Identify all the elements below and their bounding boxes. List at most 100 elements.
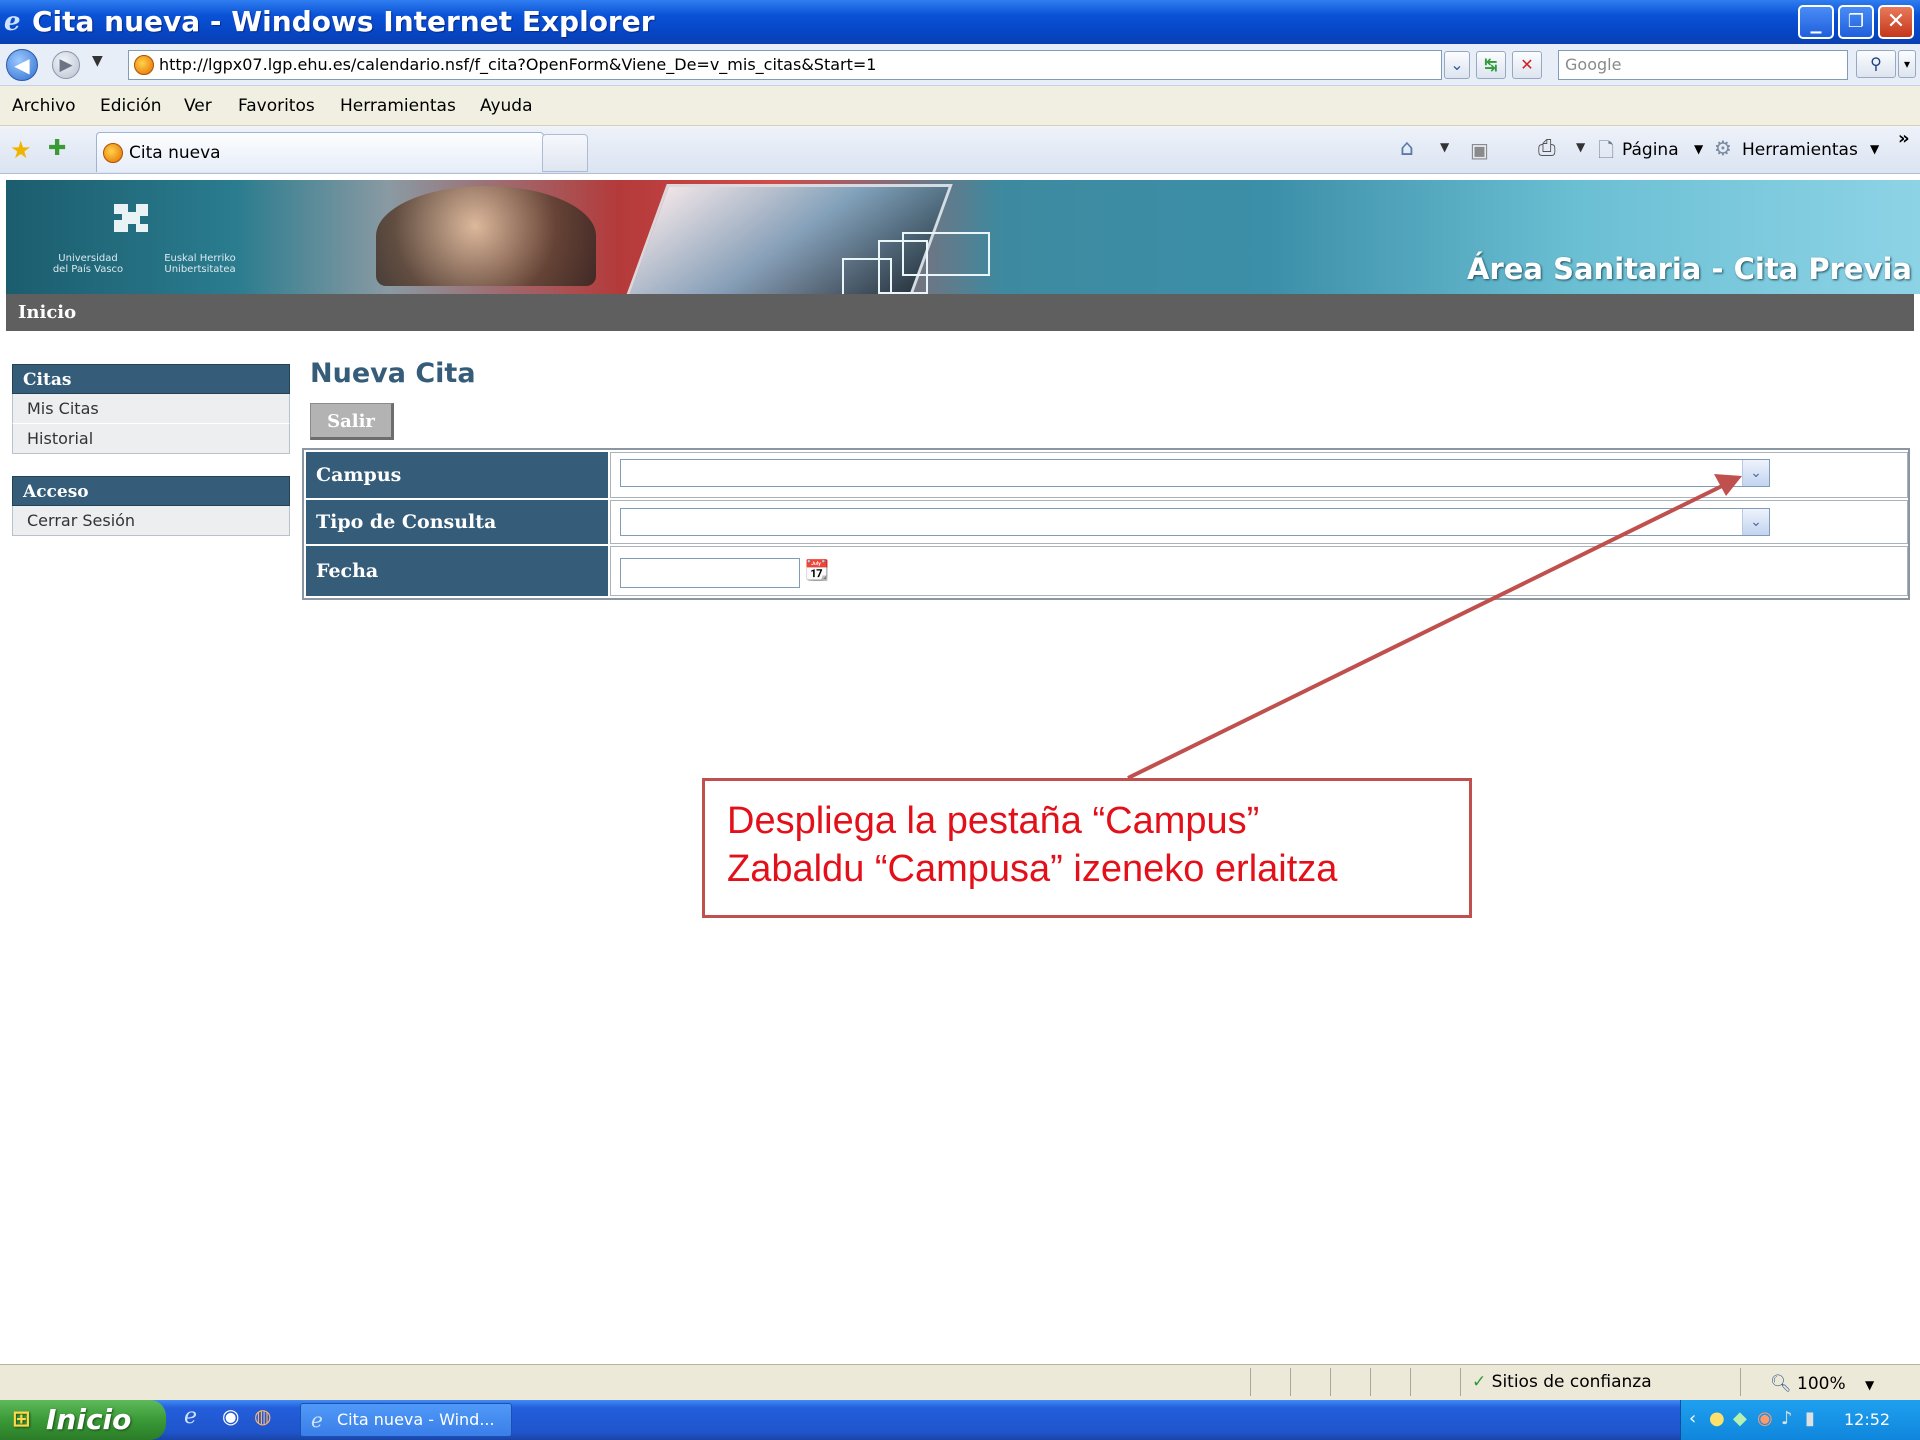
refresh-icon: ↹ bbox=[1484, 55, 1498, 74]
address-input[interactable]: http://lgpx07.lgp.ehu.es/calendario.nsf/… bbox=[128, 50, 1442, 80]
tipo-consulta-dropdown-button[interactable]: ⌄ bbox=[1742, 509, 1769, 535]
banner-square bbox=[842, 258, 892, 296]
feeds-icon[interactable]: ▣ bbox=[1470, 138, 1489, 162]
media-quicklaunch-icon[interactable]: ◉ bbox=[222, 1404, 239, 1428]
menu-favoritos[interactable]: Favoritos bbox=[238, 86, 315, 126]
menu-ver[interactable]: Ver bbox=[184, 86, 212, 126]
close-button[interactable]: ✕ bbox=[1878, 5, 1914, 39]
taskbar-item-label: Cita nueva - Wind... bbox=[337, 1410, 495, 1429]
banner-title: Área Sanitaria - Cita Previa bbox=[1467, 252, 1912, 286]
status-divider bbox=[1410, 1368, 1411, 1396]
menu-herramientas[interactable]: Herramientas bbox=[340, 86, 456, 126]
campus-select[interactable]: ⌄ bbox=[620, 459, 1770, 487]
page-dropdown-icon[interactable]: ▼ bbox=[1694, 142, 1703, 156]
search-button[interactable]: ⚲ bbox=[1856, 50, 1896, 78]
nav-home-link[interactable]: Inicio bbox=[6, 294, 1914, 331]
gear-icon: ⚙ bbox=[1714, 136, 1732, 160]
check-icon: ✓ bbox=[1472, 1372, 1487, 1392]
minimize-button[interactable]: _ bbox=[1798, 5, 1834, 39]
banner-photo-person bbox=[376, 186, 596, 286]
sidebar-item-mis-citas[interactable]: Mis Citas bbox=[12, 394, 290, 424]
tray-antivirus-icon[interactable]: ◉ bbox=[1757, 1408, 1773, 1429]
page-title: Nueva Cita bbox=[310, 358, 476, 389]
new-tab-button[interactable] bbox=[542, 134, 588, 172]
calendar-icon[interactable]: 📆 bbox=[804, 556, 830, 584]
window-title-bar[interactable]: ℯ Cita nueva - Windows Internet Explorer… bbox=[0, 0, 1920, 44]
taskbar-clock[interactable]: 12:52 bbox=[1844, 1400, 1890, 1440]
chevron-down-icon: ⌄ bbox=[1750, 465, 1762, 481]
tipo-consulta-select[interactable]: ⌄ bbox=[620, 508, 1770, 536]
menu-edicion[interactable]: Edición bbox=[100, 86, 162, 126]
chevron-down-icon: ⌄ bbox=[1450, 55, 1464, 74]
menu-ayuda[interactable]: Ayuda bbox=[480, 86, 533, 126]
forward-button[interactable]: ▶ bbox=[52, 51, 80, 79]
stop-button[interactable]: ✕ bbox=[1512, 51, 1542, 79]
fecha-label: Fecha bbox=[306, 546, 608, 596]
favorites-star-icon[interactable]: ★ bbox=[10, 136, 32, 164]
refresh-button[interactable]: ↹ bbox=[1476, 51, 1506, 79]
tray-network-icon[interactable]: ● bbox=[1709, 1408, 1725, 1429]
maximize-button[interactable]: ❐ bbox=[1838, 5, 1874, 39]
fecha-input[interactable] bbox=[620, 558, 800, 588]
close-icon: ✕ bbox=[1886, 9, 1906, 34]
tray-security-icon[interactable]: ◆ bbox=[1733, 1408, 1747, 1429]
annotation-line-spanish: Despliega la pestaña “Campus” bbox=[727, 800, 1260, 842]
sidebar-item-historial[interactable]: Historial bbox=[12, 424, 290, 454]
stop-icon: ✕ bbox=[1520, 55, 1534, 74]
tab-cita-nueva[interactable]: Cita nueva bbox=[96, 132, 544, 172]
tray-device-icon[interactable]: ▮ bbox=[1805, 1408, 1815, 1429]
address-url: http://lgpx07.lgp.ehu.es/calendario.nsf/… bbox=[159, 55, 877, 74]
taskbar-item-ie[interactable]: ℯ Cita nueva - Wind... bbox=[300, 1403, 512, 1437]
logo-text-basque: Euskal Herriko Unibertsitatea bbox=[164, 253, 236, 275]
tray-expand-icon[interactable]: ‹ bbox=[1689, 1408, 1696, 1429]
security-zone[interactable]: ✓ Sitios de confianza bbox=[1472, 1368, 1652, 1396]
zoom-control[interactable]: 🔍︎ 100% ▼ bbox=[1770, 1370, 1874, 1399]
sidebar-item-cerrar-sesion[interactable]: Cerrar Sesión bbox=[12, 506, 290, 536]
search-options-button[interactable]: ▾ bbox=[1898, 50, 1916, 78]
home-dropdown-icon[interactable]: ▼ bbox=[1440, 140, 1449, 154]
campus-dropdown-button[interactable]: ⌄ bbox=[1742, 460, 1769, 486]
address-dropdown-button[interactable]: ⌄ bbox=[1444, 51, 1470, 79]
print-icon[interactable]: ⎙ bbox=[1538, 136, 1556, 161]
status-divider bbox=[1290, 1368, 1291, 1396]
exit-button[interactable]: Salir bbox=[310, 403, 394, 440]
start-button[interactable]: ⊞ Inicio bbox=[0, 1400, 166, 1440]
status-divider bbox=[1250, 1368, 1251, 1396]
annotation-callout: Despliega la pestaña “Campus” Zabaldu “C… bbox=[702, 778, 1472, 918]
tray-volume-icon[interactable]: ♪ bbox=[1781, 1408, 1793, 1429]
messenger-quicklaunch-icon[interactable]: ◍ bbox=[254, 1404, 271, 1428]
campus-label: Campus bbox=[306, 452, 608, 498]
add-favorites-icon[interactable]: ✚ bbox=[48, 136, 66, 161]
ie-quicklaunch-icon[interactable]: ℯ bbox=[184, 1404, 197, 1429]
magnifier-icon: 🔍︎ bbox=[1770, 1374, 1792, 1394]
start-label: Inicio bbox=[46, 1403, 132, 1436]
status-divider bbox=[1460, 1368, 1461, 1396]
ie-icon: ℯ bbox=[4, 7, 21, 37]
search-placeholder: Google bbox=[1565, 55, 1622, 74]
back-button[interactable]: ◀ bbox=[6, 49, 38, 81]
home-icon[interactable]: ⌂ bbox=[1400, 136, 1414, 161]
forward-arrow-icon: ▶ bbox=[59, 55, 73, 75]
tipo-consulta-label: Tipo de Consulta bbox=[306, 500, 608, 544]
print-dropdown-icon[interactable]: ▼ bbox=[1576, 140, 1585, 154]
history-dropdown-icon[interactable]: ▼ bbox=[92, 53, 103, 69]
search-input[interactable]: Google bbox=[1558, 50, 1848, 80]
back-arrow-icon: ◀ bbox=[14, 53, 30, 77]
windows-logo-icon: ⊞ bbox=[12, 1407, 31, 1432]
page-menu-button[interactable]: Página bbox=[1622, 140, 1679, 160]
taskbar bbox=[0, 1400, 1920, 1440]
tab-favicon-icon bbox=[103, 143, 123, 163]
tools-menu-button[interactable]: Herramientas bbox=[1742, 140, 1858, 160]
more-commands-icon[interactable]: » bbox=[1898, 128, 1910, 149]
menu-archivo[interactable]: Archivo bbox=[12, 86, 76, 126]
banner-square bbox=[902, 232, 990, 276]
search-icon: ⚲ bbox=[1870, 54, 1882, 73]
tools-dropdown-icon[interactable]: ▼ bbox=[1870, 142, 1879, 156]
sidebar-section-citas: Citas bbox=[12, 364, 290, 394]
sidebar-section-acceso: Acceso bbox=[12, 476, 290, 506]
security-zone-label: Sitios de confianza bbox=[1491, 1372, 1652, 1392]
ie-icon: ℯ bbox=[311, 1408, 323, 1432]
zoom-level: 100% bbox=[1797, 1374, 1846, 1394]
logo-text-spanish: Universidad del País Vasco bbox=[52, 253, 124, 275]
page-icon: 🗋 bbox=[1598, 138, 1615, 162]
